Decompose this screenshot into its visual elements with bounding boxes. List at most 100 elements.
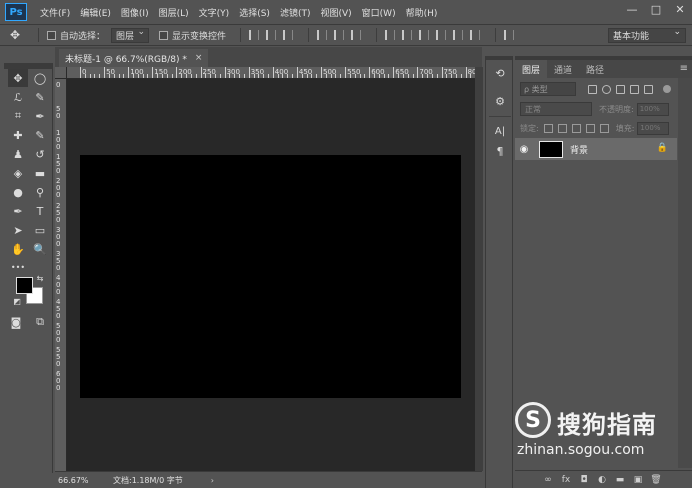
filter-adjustment-icon[interactable] xyxy=(602,84,611,94)
tab-layers[interactable]: 图层 xyxy=(515,60,548,78)
fx-icon[interactable]: fx xyxy=(557,475,575,485)
paragraph-panel-icon[interactable]: ¶ xyxy=(490,142,510,160)
show-transform-checkbox[interactable] xyxy=(159,30,169,40)
panel-menu-icon[interactable]: ≡ xyxy=(680,63,688,74)
menu-help[interactable]: 帮助(H) xyxy=(401,6,443,19)
quick-select-tool-icon[interactable]: ✎ xyxy=(30,88,50,106)
path-select-tool-icon[interactable]: ➤ xyxy=(8,221,28,239)
filter-toggle-icon[interactable] xyxy=(663,85,671,93)
adjustment-layer-icon[interactable]: ◐ xyxy=(593,475,611,485)
type-tool-icon[interactable]: T xyxy=(30,202,50,220)
zoom-level[interactable]: 66.67% xyxy=(55,476,91,485)
close-document-icon[interactable]: × xyxy=(195,53,203,63)
distribute-left-icon[interactable] xyxy=(436,30,447,40)
blur-tool-icon[interactable]: ● xyxy=(8,183,28,201)
menu-image[interactable]: 图像(I) xyxy=(116,6,154,19)
align-left-icon[interactable] xyxy=(317,30,328,40)
gradient-tool-icon[interactable]: ▬ xyxy=(30,164,50,182)
menu-filter[interactable]: 滤镜(T) xyxy=(275,6,316,19)
history-panel-icon[interactable]: ⟲ xyxy=(490,64,510,82)
canvas-workspace[interactable] xyxy=(67,79,475,471)
align-top-icon[interactable] xyxy=(249,30,260,40)
menu-edit[interactable]: 编辑(E) xyxy=(75,6,116,19)
screen-mode-icon[interactable]: ⧉ xyxy=(30,313,50,331)
foreground-color-swatch[interactable] xyxy=(16,277,33,294)
filter-type-icon[interactable] xyxy=(616,84,625,94)
tab-paths[interactable]: 路径 xyxy=(579,60,611,78)
eraser-tool-icon[interactable]: ◈ xyxy=(8,164,28,182)
new-group-folder-icon[interactable]: ▬ xyxy=(611,475,629,485)
new-layer-icon[interactable]: ▣ xyxy=(629,475,647,485)
zoom-tool-icon[interactable]: 🔍 xyxy=(30,240,50,258)
workspace-dropdown[interactable]: 基本功能 xyxy=(608,27,686,43)
menu-select[interactable]: 选择(S) xyxy=(234,6,275,19)
auto-select-dropdown[interactable]: 图层 xyxy=(111,27,150,43)
align-right-icon[interactable] xyxy=(351,30,362,40)
lock-all-icon[interactable] xyxy=(599,123,609,133)
shape-tool-icon[interactable]: ▭ xyxy=(30,221,50,239)
fill-input[interactable]: 100% xyxy=(637,121,670,135)
opacity-input[interactable]: 100% xyxy=(636,102,669,116)
filter-shape-icon[interactable] xyxy=(630,84,639,94)
brush-tool-icon[interactable]: ✎ xyxy=(30,126,50,144)
layer-name[interactable]: 背景 xyxy=(570,143,588,156)
lock-transparent-icon[interactable] xyxy=(543,123,553,133)
dodge-tool-icon[interactable]: ⚲ xyxy=(30,183,50,201)
auto-align-icon[interactable] xyxy=(504,30,515,40)
align-hcenter-icon[interactable] xyxy=(334,30,345,40)
default-colors-icon[interactable]: ◩ xyxy=(11,295,23,307)
filter-smart-object-icon[interactable] xyxy=(644,84,653,94)
layer-row-background[interactable]: ◉ 背景 🔒 xyxy=(515,138,677,160)
link-layers-icon[interactable]: ∞ xyxy=(539,475,557,485)
menu-layer[interactable]: 图层(L) xyxy=(154,6,194,19)
lock-image-icon[interactable] xyxy=(557,123,567,133)
move-tool-preset-icon[interactable]: ✥ xyxy=(0,28,30,42)
hand-tool-icon[interactable]: ✋ xyxy=(8,240,28,258)
canvas-scrollbar[interactable] xyxy=(475,67,483,471)
dock-header[interactable] xyxy=(486,56,512,60)
more-tools-icon[interactable]: ••• xyxy=(8,258,28,276)
ruler-origin[interactable] xyxy=(55,67,67,79)
trash-icon[interactable]: 🗑 xyxy=(647,475,665,485)
move-tool-icon[interactable]: ✥ xyxy=(8,69,28,87)
eye-icon[interactable]: ◉ xyxy=(515,144,533,155)
document-tab[interactable]: 未标题-1 @ 66.7%(RGB/8) * × xyxy=(59,49,209,67)
close-button[interactable]: ✕ xyxy=(668,0,692,18)
lasso-tool-icon[interactable]: ℒ xyxy=(8,88,28,106)
quick-mask-icon[interactable]: ◙ xyxy=(6,313,26,331)
blend-mode-dropdown[interactable]: 正常 xyxy=(520,102,592,116)
crop-tool-icon[interactable]: ⌗ xyxy=(8,107,28,125)
horizontal-ruler[interactable]: 0 50 100 150 200 250 300 350 400 450 500 550 600 650 7… xyxy=(67,67,475,79)
character-panel-icon[interactable]: A| xyxy=(490,122,510,140)
menu-type[interactable]: 文字(Y) xyxy=(194,6,235,19)
pen-tool-icon[interactable]: ✒ xyxy=(8,202,28,220)
marquee-tool-icon[interactable]: ◯ xyxy=(30,69,50,87)
auto-select-checkbox[interactable] xyxy=(47,30,56,40)
align-vcenter-icon[interactable] xyxy=(266,30,277,40)
swap-colors-icon[interactable]: ⇆ xyxy=(34,272,46,284)
distribute-right-icon[interactable] xyxy=(470,30,481,40)
clone-stamp-tool-icon[interactable]: ♟ xyxy=(8,145,28,163)
minimize-button[interactable]: — xyxy=(620,0,644,18)
distribute-bottom-icon[interactable] xyxy=(419,30,430,40)
tab-channels[interactable]: 通道 xyxy=(547,60,579,78)
lock-position-icon[interactable] xyxy=(571,123,581,133)
history-brush-tool-icon[interactable]: ↺ xyxy=(30,145,50,163)
properties-panel-icon[interactable]: ⚙ xyxy=(490,92,510,110)
healing-brush-tool-icon[interactable]: ✚ xyxy=(8,126,28,144)
eyedropper-tool-icon[interactable]: ✒ xyxy=(30,107,50,125)
status-menu-icon[interactable]: › xyxy=(211,476,214,485)
align-bottom-icon[interactable] xyxy=(283,30,294,40)
distribute-hcenter-icon[interactable] xyxy=(453,30,464,40)
distribute-top-icon[interactable] xyxy=(385,30,396,40)
menu-file[interactable]: 文件(F) xyxy=(35,6,75,19)
maximize-button[interactable]: □ xyxy=(644,0,668,18)
menu-window[interactable]: 窗口(W) xyxy=(357,6,401,19)
distribute-vcenter-icon[interactable] xyxy=(402,30,413,40)
vertical-ruler[interactable]: 0 50 100 150 200 250 300 350 400 450 500 550 600 xyxy=(55,79,67,471)
layer-filter-dropdown[interactable]: ρ 类型 xyxy=(520,82,576,96)
add-mask-icon[interactable]: ◘ xyxy=(575,475,593,485)
lock-artboard-icon[interactable] xyxy=(585,123,595,133)
filter-pixel-icon[interactable] xyxy=(588,84,597,94)
menu-view[interactable]: 视图(V) xyxy=(315,6,356,19)
